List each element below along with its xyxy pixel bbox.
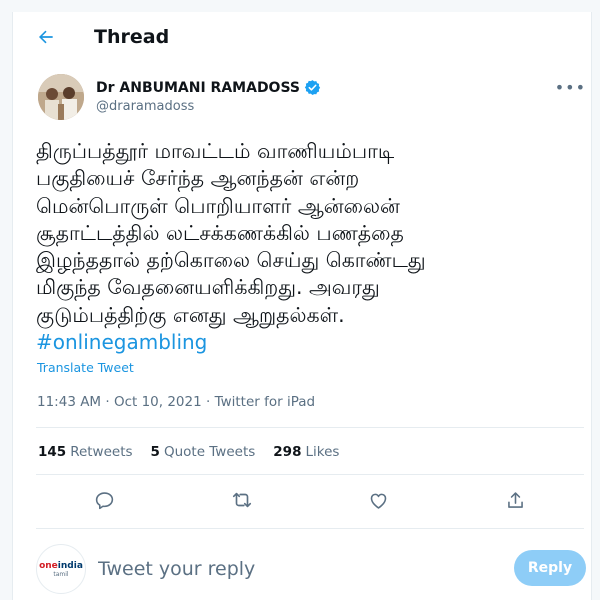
quote-tweets-stat[interactable]: 5 Quote Tweets	[151, 444, 256, 460]
hashtag-link[interactable]: #onlinegambling	[36, 329, 581, 356]
share-button[interactable]	[500, 484, 532, 516]
divider	[36, 474, 584, 475]
tweet-timestamp[interactable]: 11:43 AM · Oct 10, 2021 · Twitter for iP…	[37, 394, 315, 410]
retweet-icon	[232, 492, 251, 508]
more-icon[interactable]: •••	[555, 78, 586, 97]
back-arrow-icon	[39, 30, 53, 44]
quote-tweets-count: 5	[150, 444, 160, 460]
author-avatar[interactable]	[38, 74, 84, 120]
like-icon	[370, 493, 387, 509]
tweet-line: திருப்பத்தூர் மாவட்டம் வாணியம்பாடி	[36, 139, 395, 163]
retweets-count: 145	[38, 444, 67, 460]
tweet-text: திருப்பத்தூர் மாவட்டம் வாணியம்பாடி பகுதி…	[36, 138, 581, 356]
thread-header: Thread	[20, 18, 588, 56]
like-button[interactable]	[363, 484, 395, 516]
author-name[interactable]: Dr ANBUMANI RAMADOSS	[96, 79, 321, 96]
reply-input[interactable]	[96, 556, 400, 582]
reply-icon	[95, 491, 114, 509]
avatar-brand: oneindia	[39, 560, 83, 571]
avatar-image	[38, 74, 84, 120]
tweet-line: மென்பொருள் பொறியாளர் ஆன்லைன்	[36, 193, 400, 218]
divider	[36, 427, 584, 428]
quote-tweets-label: Quote Tweets	[163, 444, 256, 460]
left-frame-edge	[0, 0, 13, 600]
reply-button[interactable]	[89, 484, 121, 516]
verified-badge-icon	[304, 80, 321, 95]
right-frame-edge	[591, 0, 600, 600]
likes-label: Likes	[305, 444, 340, 460]
tweet-line: இழந்ததால் தற்கொலை செய்து கொண்டது	[36, 248, 426, 273]
back-button[interactable]	[28, 19, 64, 55]
user-avatar[interactable]: oneindia tamil	[36, 544, 86, 594]
translate-tweet-link[interactable]: Translate Tweet	[37, 360, 134, 375]
author-name-text: Dr ANBUMANI RAMADOSS	[96, 79, 300, 96]
tweet-line: குடும்பத்திற்கு எனது ஆறுதல்கள்.	[36, 302, 345, 327]
retweets-label: Retweets	[70, 444, 133, 460]
retweets-stat[interactable]: 145 Retweets	[38, 444, 133, 460]
page-title: Thread	[94, 26, 170, 48]
tweet-line: பகுதியைச் சேர்ந்த ஆனந்தன் என்ற	[36, 166, 360, 191]
tweet-line: சூதாட்டத்தில் லட்சக்கணக்கில் பணத்தை	[36, 220, 404, 245]
tweet-line: மிகுந்த வேதனையளிக்கிறது. அவரது	[36, 275, 380, 300]
author-handle[interactable]: @draramadoss	[96, 99, 194, 114]
reply-submit-button[interactable]: Reply	[514, 550, 586, 586]
retweet-button[interactable]	[226, 484, 258, 516]
engagement-stats: 145 Retweets 5 Quote Tweets 298 Likes	[38, 444, 339, 460]
likes-stat[interactable]: 298 Likes	[273, 444, 339, 460]
likes-count: 298	[273, 444, 302, 460]
avatar-brand-sub: tamil	[53, 570, 69, 578]
share-icon	[508, 491, 523, 508]
tweet-actions	[36, 484, 584, 516]
divider	[36, 528, 584, 529]
top-frame-edge	[12, 0, 592, 12]
